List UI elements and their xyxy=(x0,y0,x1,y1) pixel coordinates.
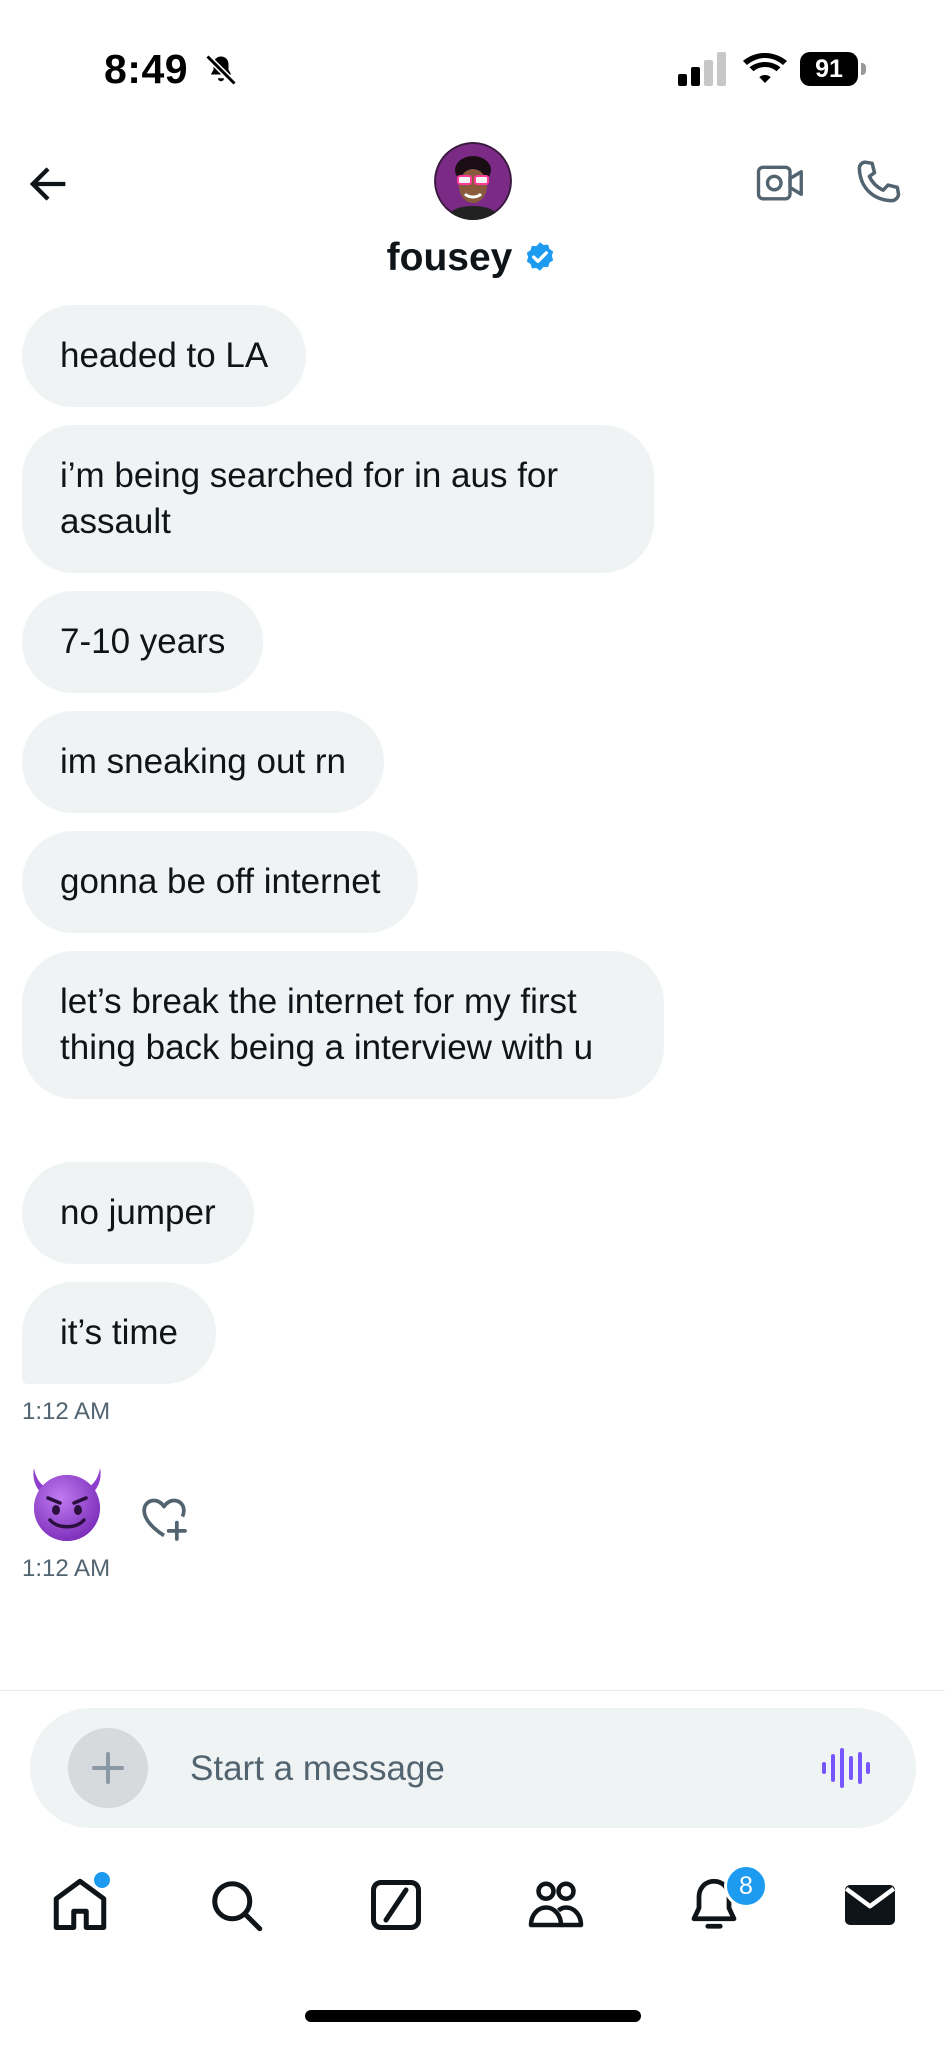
voice-waveform-icon[interactable] xyxy=(820,1746,870,1790)
battery-icon: 91 xyxy=(800,52,870,86)
cellular-signal-icon xyxy=(678,52,726,86)
home-new-dot xyxy=(92,1870,112,1890)
message-timestamp: 1:12 AM xyxy=(22,1555,111,1582)
contact-name-row[interactable]: fousey xyxy=(0,236,945,280)
message-bubble[interactable]: i’m being searched for in aus for assaul… xyxy=(22,425,654,573)
message-bubble[interactable]: headed to LA xyxy=(22,305,307,407)
plus-icon xyxy=(92,1752,124,1784)
compose-post-icon[interactable] xyxy=(366,1875,426,1935)
message-composer xyxy=(30,1708,916,1828)
message-bubble[interactable]: gonna be off internet xyxy=(22,831,419,933)
battery-level: 91 xyxy=(800,52,858,86)
smiling-face-with-horns-emoji[interactable] xyxy=(24,1460,110,1546)
add-reaction-heart-icon[interactable] xyxy=(136,1490,192,1546)
add-media-button[interactable] xyxy=(68,1728,148,1808)
messages-envelope-icon[interactable] xyxy=(840,1875,900,1935)
contact-name: fousey xyxy=(386,236,513,279)
status-time: 8:49 xyxy=(104,46,189,92)
home-indicator[interactable] xyxy=(305,2010,641,2022)
message-input[interactable] xyxy=(188,1738,752,1800)
search-icon[interactable] xyxy=(206,1875,266,1935)
divider xyxy=(0,1690,945,1691)
message-bubble[interactable]: it’s time xyxy=(22,1282,216,1384)
communities-icon[interactable] xyxy=(526,1875,586,1935)
avatar[interactable] xyxy=(434,142,512,220)
back-arrow-icon[interactable] xyxy=(22,158,74,210)
video-camera-icon[interactable] xyxy=(754,156,808,210)
notifications-badge: 8 xyxy=(724,1864,768,1908)
message-bubble[interactable]: let’s break the internet for my first th… xyxy=(22,951,664,1099)
verified-badge-icon xyxy=(527,242,554,271)
message-bubble[interactable]: im sneaking out rn xyxy=(22,711,384,813)
message-bubble[interactable]: 7-10 years xyxy=(22,591,264,693)
phone-icon[interactable] xyxy=(850,154,906,210)
wifi-icon xyxy=(743,53,787,83)
message-timestamp: 1:12 AM xyxy=(22,1398,111,1425)
message-bubble[interactable]: no jumper xyxy=(22,1162,254,1264)
bell-slash-icon xyxy=(205,54,237,86)
